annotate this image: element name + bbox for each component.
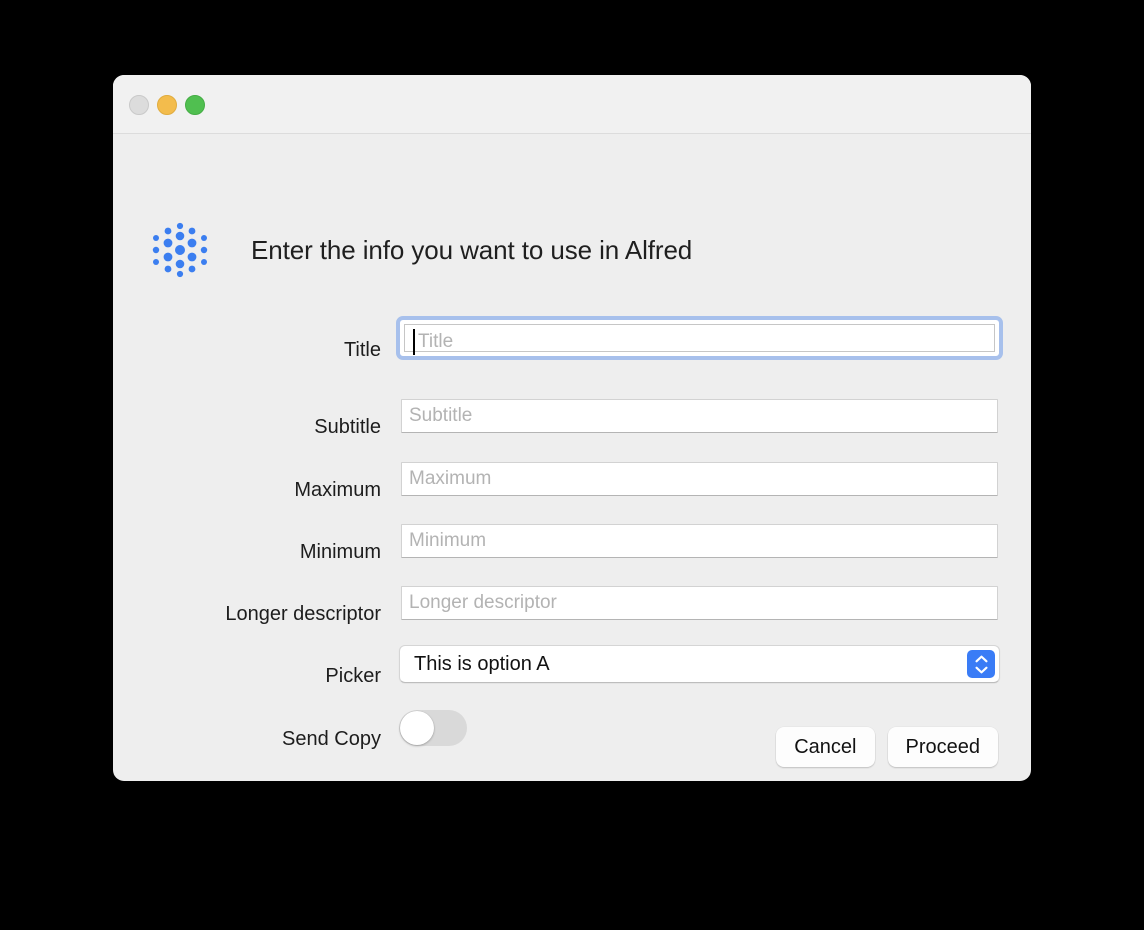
label-subtitle: Subtitle xyxy=(314,416,381,438)
text-caret xyxy=(413,329,415,355)
maximum-input-placeholder: Maximum xyxy=(409,468,492,489)
picker-selected-value: This is option A xyxy=(414,653,550,675)
label-minimum: Minimum xyxy=(299,541,381,563)
minimize-button-icon[interactable] xyxy=(157,95,177,115)
window-titlebar xyxy=(113,75,1031,134)
traffic-light-group xyxy=(129,95,205,115)
dialog-window: Enter the info you want to use in Alfred… xyxy=(113,75,1031,781)
label-title: Title xyxy=(343,339,381,361)
maximize-button-icon[interactable] xyxy=(185,95,205,115)
minimum-input[interactable]: Minimum xyxy=(401,524,998,558)
longer-descriptor-input-placeholder: Longer descriptor xyxy=(409,592,557,613)
maximum-input[interactable]: Maximum xyxy=(401,462,998,496)
title-input-inner: Title xyxy=(404,324,995,355)
send-copy-toggle[interactable] xyxy=(399,710,467,746)
subtitle-input-placeholder: Subtitle xyxy=(409,405,473,426)
dialog-content: Enter the info you want to use in Alfred… xyxy=(113,134,1031,781)
longer-descriptor-input[interactable]: Longer descriptor xyxy=(401,586,998,620)
label-longer-descriptor: Longer descriptor xyxy=(225,603,381,625)
toggle-knob xyxy=(400,711,434,745)
page-title: Enter the info you want to use in Alfred xyxy=(251,234,693,265)
alfred-dots-icon xyxy=(152,222,208,278)
picker-select[interactable]: This is option A xyxy=(399,645,1000,683)
chevron-up-down-icon[interactable] xyxy=(967,650,995,678)
dialog-button-bar: Cancel Proceed xyxy=(776,727,998,767)
title-input-placeholder: Title xyxy=(418,331,454,352)
subtitle-input[interactable]: Subtitle xyxy=(401,399,998,433)
close-button-icon[interactable] xyxy=(129,95,149,115)
cancel-button[interactable]: Cancel xyxy=(776,727,875,767)
minimum-input-placeholder: Minimum xyxy=(409,530,487,551)
label-picker: Picker xyxy=(325,665,381,687)
dialog-header: Enter the info you want to use in Alfred xyxy=(152,222,692,278)
proceed-button[interactable]: Proceed xyxy=(887,727,998,767)
label-send-copy: Send Copy xyxy=(282,728,381,750)
title-input[interactable]: Title xyxy=(396,316,1003,360)
label-maximum: Maximum xyxy=(294,479,381,501)
